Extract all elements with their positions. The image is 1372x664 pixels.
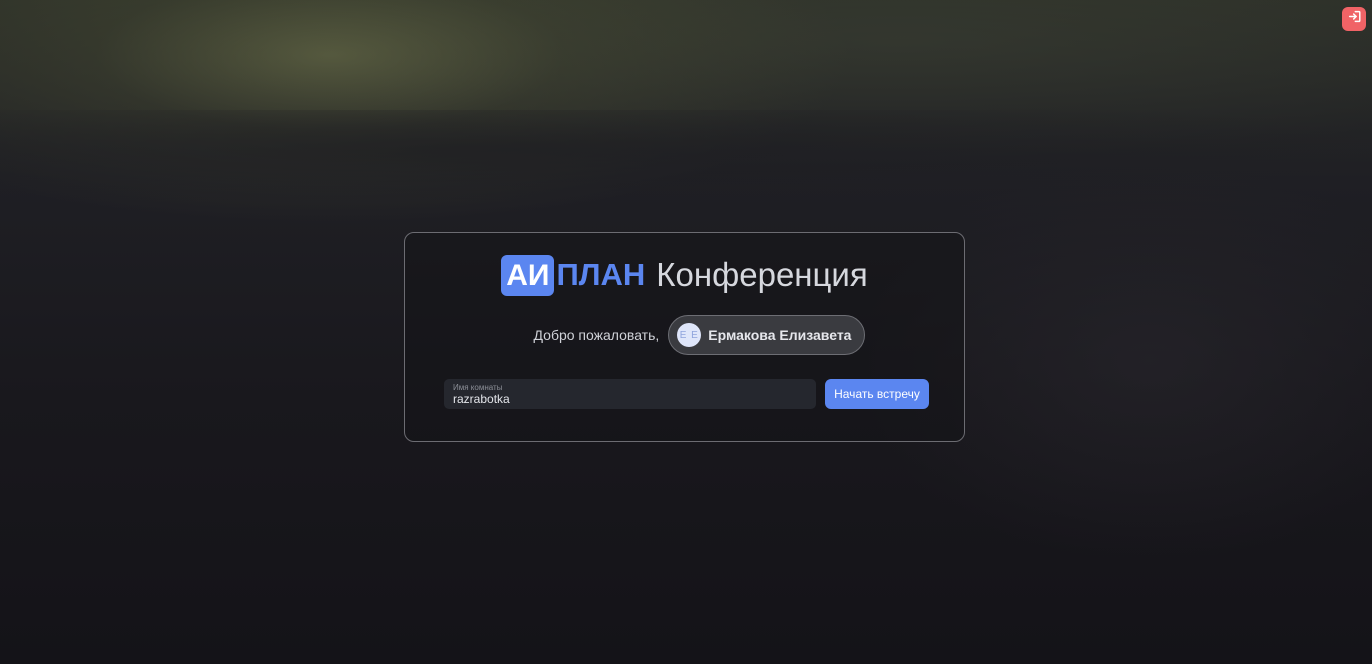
start-meeting-button[interactable]: Начать встречу [825, 379, 929, 409]
welcome-text: Добро пожаловать, [533, 327, 660, 343]
user-name: Ермакова Елизавета [708, 327, 852, 343]
background-ridge [0, 110, 1372, 200]
logo-badge: АИ [501, 254, 555, 296]
logout-button[interactable] [1342, 7, 1366, 31]
app-title: АИ ПЛАН Конференция [405, 254, 964, 296]
room-name-label: Имя комнаты [453, 383, 503, 392]
logout-icon [1348, 10, 1361, 28]
logo-word: ПЛАН [556, 257, 646, 292]
page-title: Конференция [656, 256, 868, 293]
conference-card: АИ ПЛАН Конференция Добро пожаловать, Е … [404, 232, 965, 442]
welcome-row: Добро пожаловать, Е Е Ермакова Елизавета [405, 314, 964, 356]
avatar: Е Е [677, 323, 702, 347]
user-chip[interactable]: Е Е Ермакова Елизавета [668, 315, 866, 355]
room-name-input[interactable]: razrabotka [453, 392, 807, 406]
room-name-field[interactable]: Имя комнаты razrabotka [444, 379, 816, 409]
